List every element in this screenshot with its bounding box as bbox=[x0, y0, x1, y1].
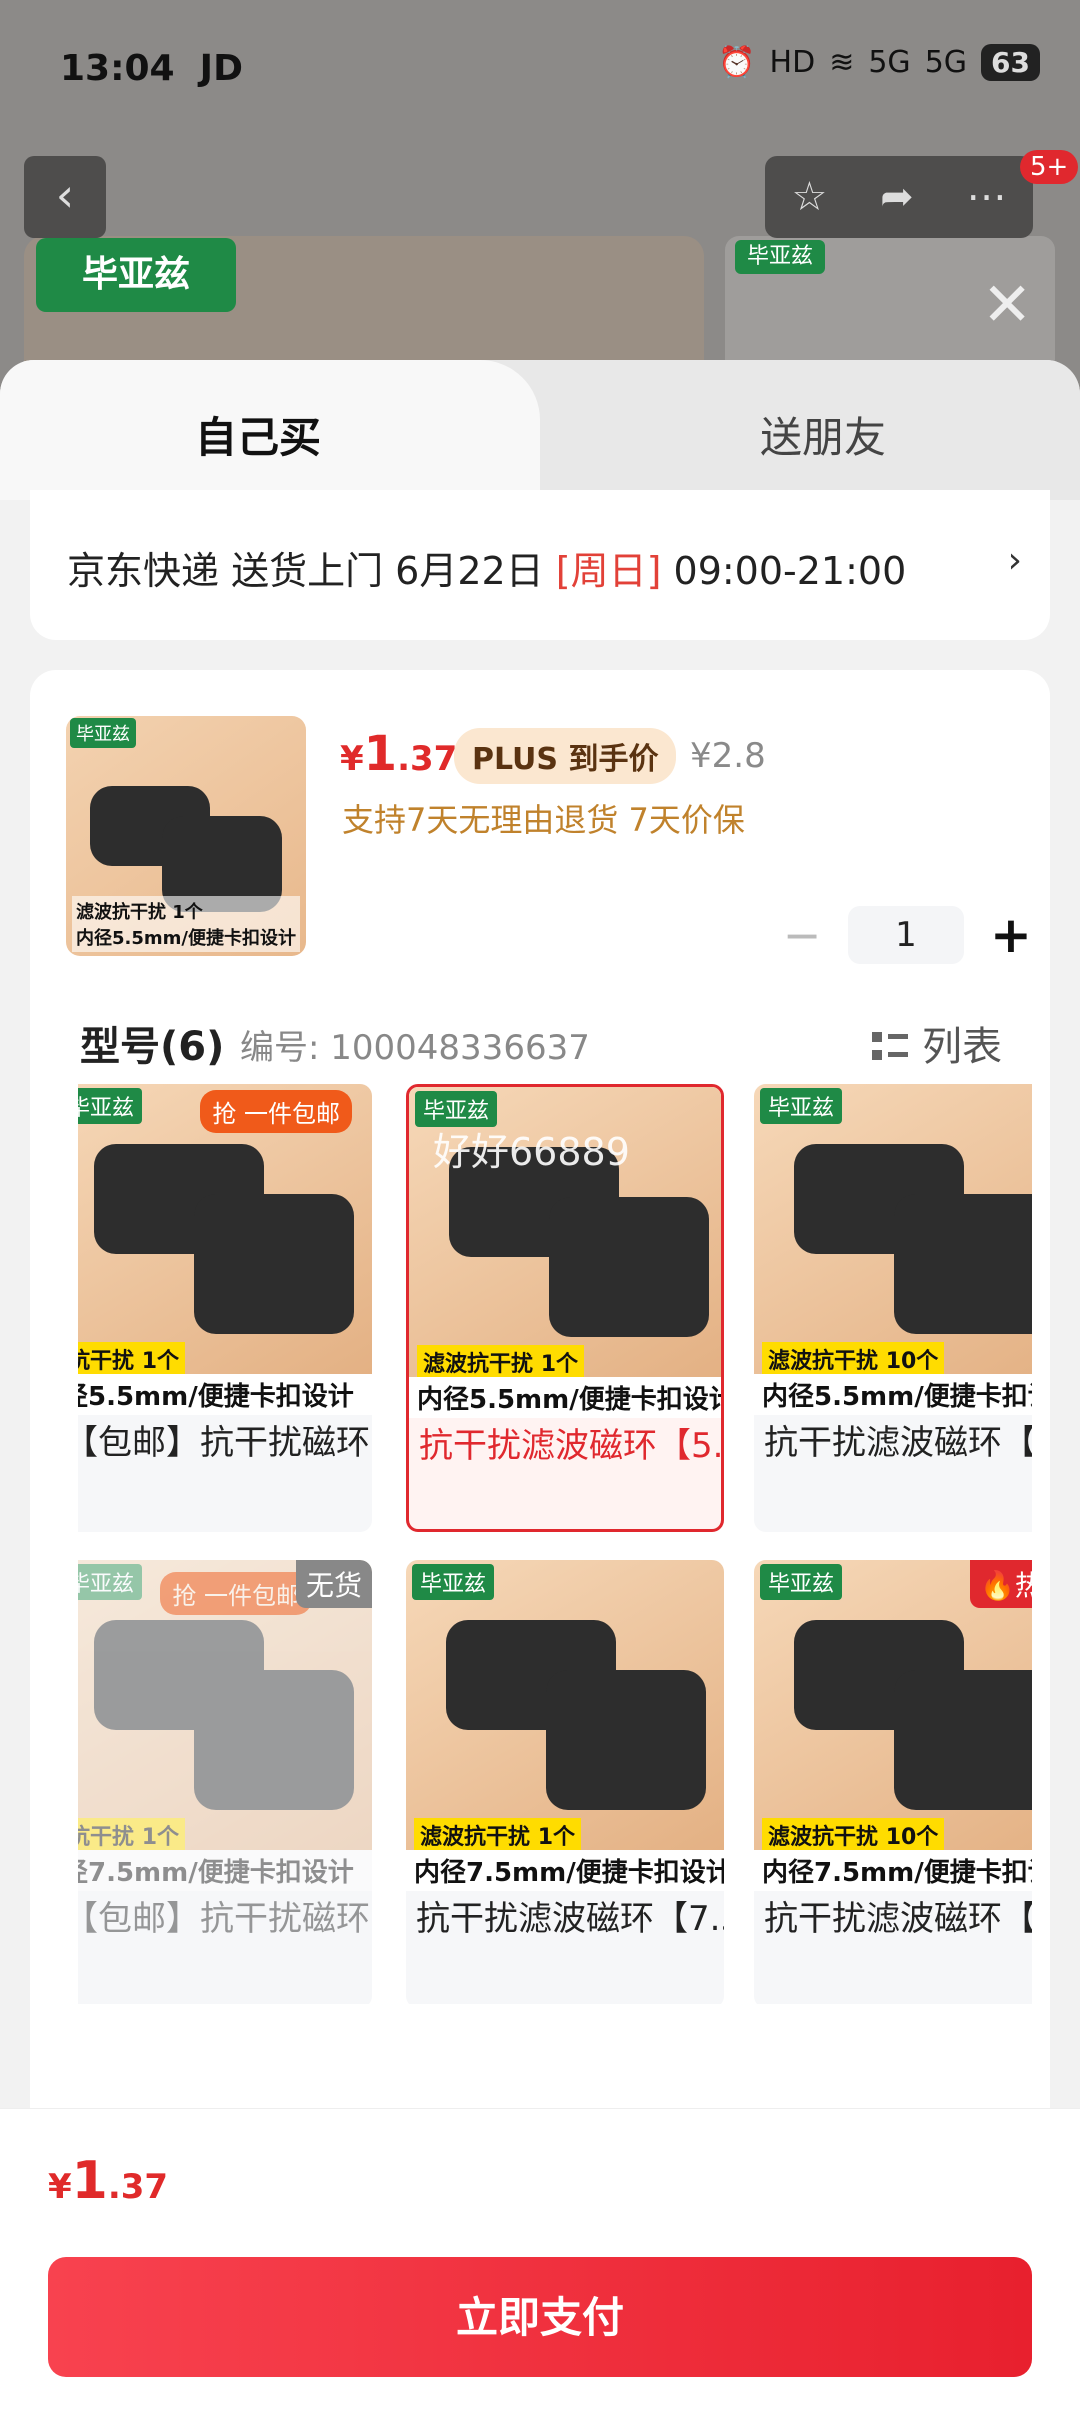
delivery-card[interactable]: 京东快递 送货上门 6月22日 [周日] 09:00-21:00 › bbox=[30, 490, 1050, 640]
variant-name: 抗干扰滤波磁环【7.5mm】-10... bbox=[764, 1899, 1032, 1939]
status-time: 13:04 JD bbox=[60, 48, 243, 89]
variant-name: 抗干扰滤波磁环【5.5mm】-1个... bbox=[419, 1426, 721, 1466]
thumb-caption: 滤波抗干扰 1个 内径5.5mm/便捷卡扣设计 bbox=[72, 896, 300, 952]
watermark: 好好66889 bbox=[433, 1130, 630, 1174]
variant-option-selected[interactable]: 毕亚兹 好好66889 滤波抗干扰 1个 内径5.5mm/便捷卡扣设计 抗干扰滤… bbox=[406, 1084, 724, 1532]
share-icon[interactable]: ➦ bbox=[880, 174, 914, 220]
variant-grid: 毕亚兹 抢 一件包邮 抗干扰 1个 径5.5mm/便捷卡扣设计 【包邮】抗干扰磁… bbox=[78, 1084, 1032, 2004]
close-icon[interactable]: ✕ bbox=[982, 275, 1032, 335]
chevron-right-icon: › bbox=[1007, 540, 1022, 581]
plus-icon[interactable]: + bbox=[990, 906, 1032, 964]
thumb-brand: 毕亚兹 bbox=[70, 718, 136, 748]
plus-price-badge: PLUS 到手价 bbox=[454, 728, 677, 784]
tab-gift-friend[interactable]: 送朋友 bbox=[760, 404, 886, 465]
top-actions: ☆ ➦ ⋯ bbox=[765, 156, 1033, 238]
variant-option[interactable]: 毕亚兹 滤波抗干扰 10个 内径7.5mm/便捷卡扣设计 抗干扰滤波磁环【7.5… bbox=[754, 1560, 1032, 2004]
minus-icon[interactable]: − bbox=[782, 908, 822, 962]
promo-badge: 抢 一件包邮 bbox=[200, 1090, 352, 1133]
variant-image: 毕亚兹 好好66889 滤波抗干扰 1个 内径5.5mm/便捷卡扣设计 bbox=[409, 1087, 721, 1418]
pay-now-button[interactable]: 立即支付 bbox=[48, 2257, 1032, 2377]
brand-logo-small: 毕亚兹 bbox=[735, 240, 825, 274]
variant-image: 毕亚兹 滤波抗干扰 1个 内径7.5mm/便捷卡扣设计 bbox=[406, 1560, 724, 1891]
variant-image: 毕亚兹 抢 一件包邮 抗干扰 1个 径5.5mm/便捷卡扣设计 bbox=[78, 1084, 372, 1415]
hd-icon: HD bbox=[769, 45, 816, 80]
product-thumbnail[interactable]: 毕亚兹 滤波抗干扰 1个 内径5.5mm/便捷卡扣设计 bbox=[66, 716, 306, 956]
delivery-info: 京东快递 送货上门 6月22日 [周日] 09:00-21:00 bbox=[67, 549, 907, 593]
list-icon bbox=[872, 1028, 908, 1064]
list-view-toggle[interactable]: 列表 bbox=[872, 1014, 1002, 1072]
variant-option[interactable]: 毕亚兹 抢 一件包邮 抗干扰 1个 径5.5mm/便捷卡扣设计 【包邮】抗干扰磁… bbox=[78, 1084, 372, 1532]
variant-option[interactable]: 毕亚兹 滤波抗干扰 1个 内径7.5mm/便捷卡扣设计 抗干扰滤波磁环【7.5m… bbox=[406, 1560, 724, 2004]
hot-badge: 🔥热 bbox=[970, 1560, 1032, 1608]
bottom-bar: ¥1.37 立即支付 bbox=[0, 2108, 1080, 2413]
variant-option-out-of-stock[interactable]: 毕亚兹 抗干扰 1个 径7.5mm/便捷卡扣设计 【包邮】抗干扰磁环7.5mm-… bbox=[78, 1560, 372, 2004]
alarm-icon: ⏰ bbox=[718, 45, 756, 80]
return-guarantee: 支持7天无理由退货 7天价保 bbox=[342, 801, 745, 839]
variant-name: 抗干扰滤波磁环【5.5mm】-10... bbox=[764, 1423, 1032, 1463]
battery-icon: 63 bbox=[981, 44, 1040, 81]
variant-image: 毕亚兹 滤波抗干扰 10个 内径7.5mm/便捷卡扣设计 bbox=[754, 1560, 1032, 1891]
variant-name: 【包邮】抗干扰磁环7.5mm-1个... bbox=[78, 1899, 372, 1939]
wifi-icon: ≋ bbox=[829, 45, 855, 80]
product-price: ¥1.37 bbox=[340, 726, 458, 782]
signal-icon-2: 5G bbox=[924, 45, 968, 80]
signal-icon: 5G bbox=[868, 45, 911, 80]
total-price: ¥1.37 bbox=[48, 2151, 169, 2211]
brand-logo: 毕亚兹 bbox=[36, 238, 236, 312]
back-button[interactable]: ‹ bbox=[24, 156, 106, 238]
quantity-stepper: − 1 + bbox=[782, 906, 1032, 964]
tab-buy-self[interactable]: 自己买 bbox=[195, 404, 321, 465]
promo-badge: 抢 一件包邮 bbox=[160, 1572, 312, 1615]
product-code: 编号: 100048336637 bbox=[240, 1028, 590, 1068]
status-icons: ⏰ HD ≋ 5G 5G 63 bbox=[718, 44, 1040, 81]
out-of-stock-badge: 无货 bbox=[295, 1560, 372, 1608]
purchase-sheet: 自己买 送朋友 京东快递 送货上门 6月22日 [周日] 09:00-21:00… bbox=[0, 360, 1080, 2412]
variant-name: 抗干扰滤波磁环【7.5mm】-1个... bbox=[416, 1899, 724, 1939]
variant-option[interactable]: 毕亚兹 滤波抗干扰 10个 内径5.5mm/便捷卡扣设计 抗干扰滤波磁环【5.5… bbox=[754, 1084, 1032, 1532]
variants-title: 型号(6) bbox=[80, 1024, 225, 1070]
original-price: ¥2.8 bbox=[690, 736, 766, 776]
favorite-star-icon[interactable]: ☆ bbox=[791, 174, 827, 220]
notification-badge: 5+ bbox=[1020, 150, 1079, 184]
variant-image: 毕亚兹 滤波抗干扰 10个 内径5.5mm/便捷卡扣设计 bbox=[754, 1084, 1032, 1415]
variant-name: 【包邮】抗干扰磁环5.5mm-1个... bbox=[78, 1423, 372, 1463]
tab-bar: 自己买 送朋友 bbox=[0, 360, 1080, 500]
quantity-value[interactable]: 1 bbox=[848, 906, 964, 964]
more-icon[interactable]: ⋯ bbox=[967, 174, 1007, 220]
status-bar: 13:04 JD ⏰ HD ≋ 5G 5G 63 bbox=[0, 0, 1080, 140]
